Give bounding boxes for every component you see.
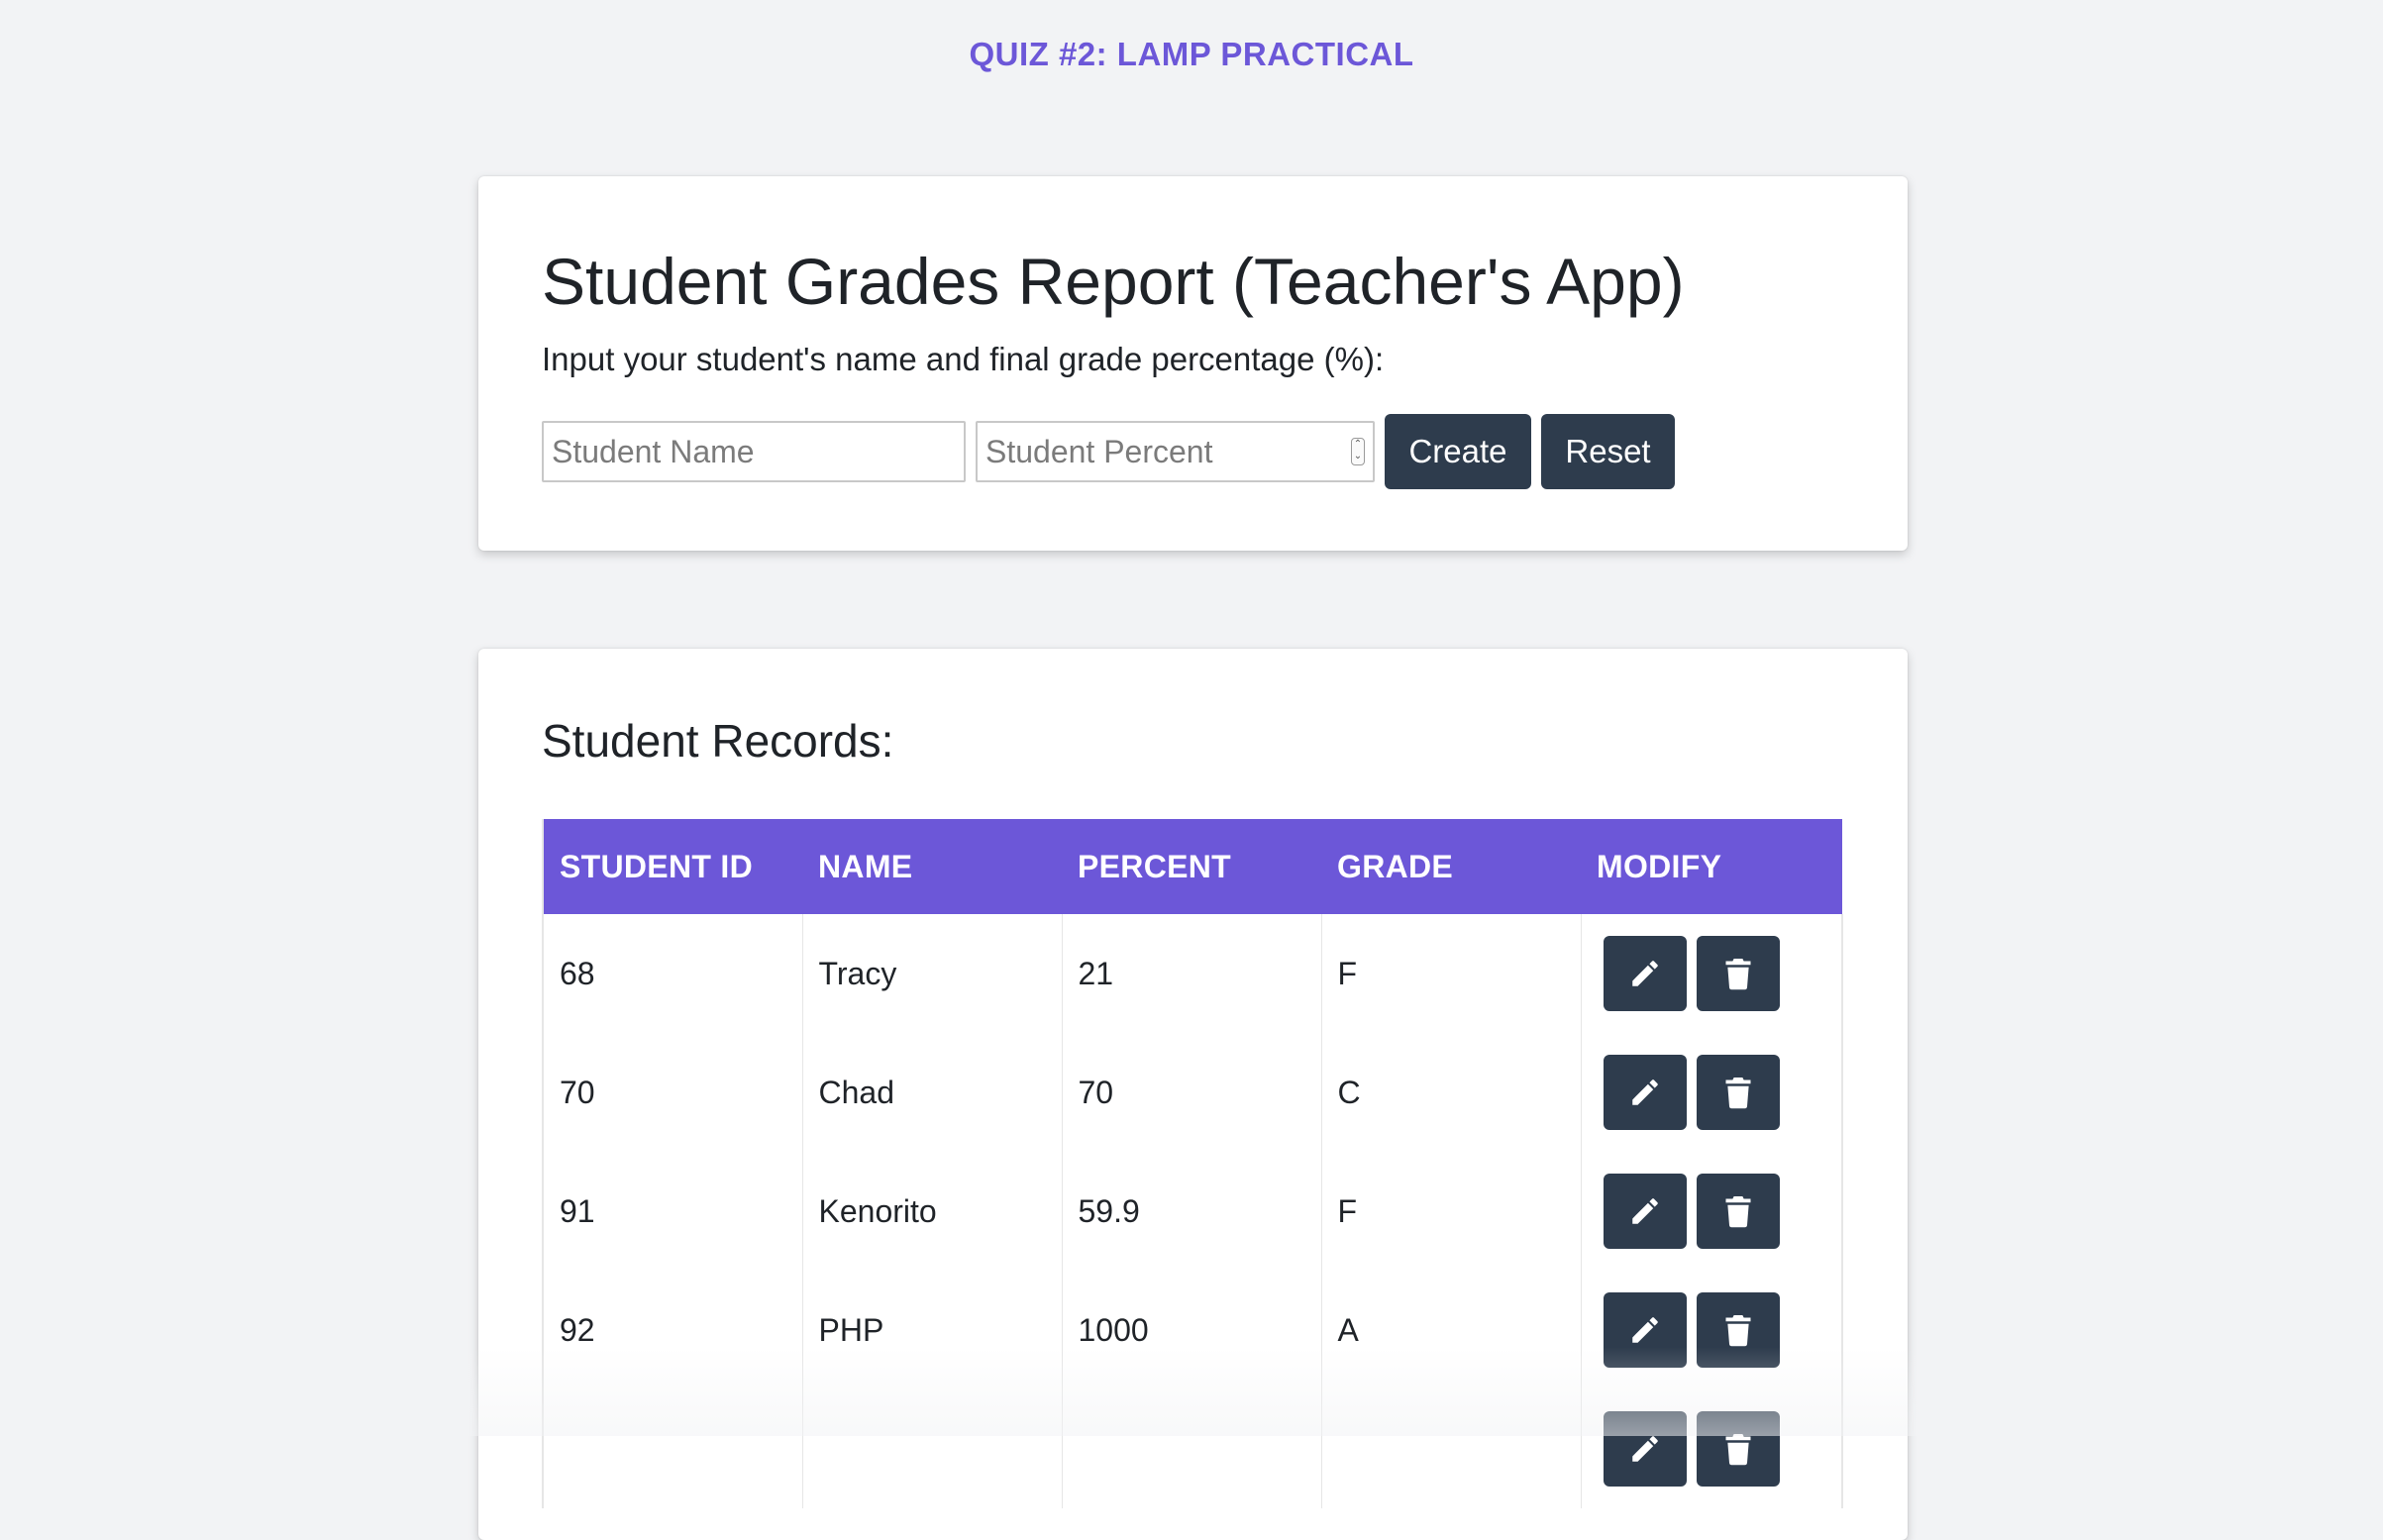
cell-modify — [1580, 1271, 1843, 1389]
form-subtitle: Input your student's name and final grad… — [542, 340, 1385, 377]
column-header-student-id: STUDENT ID — [542, 819, 802, 914]
column-header-grade: GRADE — [1321, 819, 1581, 914]
cell-percent — [1061, 1389, 1322, 1508]
trash-icon — [1725, 1434, 1750, 1466]
pencil-icon — [1631, 961, 1658, 986]
cell-grade: A — [1320, 1271, 1582, 1389]
cell-percent: 70 — [1061, 1033, 1322, 1152]
trash-icon — [1725, 959, 1750, 990]
cell-modify — [1580, 1033, 1843, 1152]
pencil-icon — [1631, 1317, 1658, 1343]
cell-student-id: 68 — [542, 914, 803, 1033]
student-name-input[interactable] — [542, 421, 966, 483]
cell-student-id: 91 — [542, 1152, 803, 1271]
trash-icon — [1725, 1078, 1750, 1109]
cell-student-id — [542, 1389, 803, 1508]
cell-modify — [1580, 1152, 1843, 1271]
delete-button[interactable] — [1696, 1292, 1780, 1368]
cell-percent: 59.9 — [1061, 1152, 1322, 1271]
cell-name — [801, 1389, 1063, 1508]
column-header-percent: PERCENT — [1062, 819, 1321, 914]
trash-icon — [1725, 1196, 1750, 1228]
column-header-name: NAME — [802, 819, 1062, 914]
edit-button[interactable] — [1603, 1411, 1687, 1487]
cell-student-id: 70 — [542, 1033, 803, 1152]
cell-name: Tracy — [801, 914, 1063, 1033]
delete-button[interactable] — [1696, 936, 1780, 1011]
cell-percent: 21 — [1061, 914, 1322, 1033]
delete-button[interactable] — [1696, 1411, 1780, 1487]
records-title: Student Records: — [542, 715, 894, 767]
cell-modify — [1580, 1389, 1843, 1508]
table-row: 92 PHP 1000 A — [542, 1271, 1843, 1389]
delete-button[interactable] — [1696, 1055, 1780, 1130]
page-header: QUIZ #2: LAMP PRACTICAL — [969, 36, 1414, 72]
pencil-icon — [1631, 1198, 1658, 1224]
cell-modify — [1580, 914, 1843, 1033]
trash-icon — [1725, 1315, 1750, 1347]
cell-grade — [1320, 1389, 1582, 1508]
delete-button[interactable] — [1696, 1174, 1780, 1249]
cell-name: Chad — [801, 1033, 1063, 1152]
table-row — [542, 1389, 1843, 1508]
pencil-icon — [1631, 1436, 1658, 1462]
edit-button[interactable] — [1603, 936, 1687, 1011]
table-row: 68 Tracy 21 F — [542, 914, 1843, 1033]
column-header-modify: MODIFY — [1581, 819, 1842, 914]
cell-name: Kenorito — [801, 1152, 1063, 1271]
cell-percent: 1000 — [1061, 1271, 1322, 1389]
form-row: ⌃⌄ Create Reset — [542, 414, 1844, 490]
cell-grade: F — [1320, 914, 1582, 1033]
number-spinner-icon[interactable]: ⌃ ⌄ — [1351, 438, 1365, 466]
create-button[interactable]: Create — [1385, 414, 1531, 490]
records-table: STUDENT ID NAME PERCENT GRADE MODIFY 68 … — [542, 819, 1843, 1508]
edit-button[interactable] — [1603, 1174, 1687, 1249]
form-title: Student Grades Report (Teacher's App) — [542, 245, 1685, 318]
cell-student-id: 92 — [542, 1271, 803, 1389]
student-percent-field: ⌃⌄ — [976, 421, 1375, 483]
pencil-icon — [1631, 1079, 1658, 1105]
edit-button[interactable] — [1603, 1292, 1687, 1368]
student-percent-input[interactable] — [976, 421, 1375, 483]
cell-grade: F — [1320, 1152, 1582, 1271]
table-row: 70 Chad 70 C — [542, 1033, 1843, 1152]
grade-entry-card: Student Grades Report (Teacher's App) In… — [478, 176, 1908, 551]
cell-grade: C — [1320, 1033, 1582, 1152]
table-row: 91 Kenorito 59.9 F — [542, 1152, 1843, 1271]
student-records-card: Student Records: STUDENT ID NAME PERCENT… — [478, 649, 1908, 1540]
cell-name: PHP — [801, 1271, 1063, 1389]
edit-button[interactable] — [1603, 1055, 1687, 1130]
table-header-row: STUDENT ID NAME PERCENT GRADE MODIFY — [542, 819, 1842, 914]
reset-button[interactable]: Reset — [1541, 414, 1675, 490]
